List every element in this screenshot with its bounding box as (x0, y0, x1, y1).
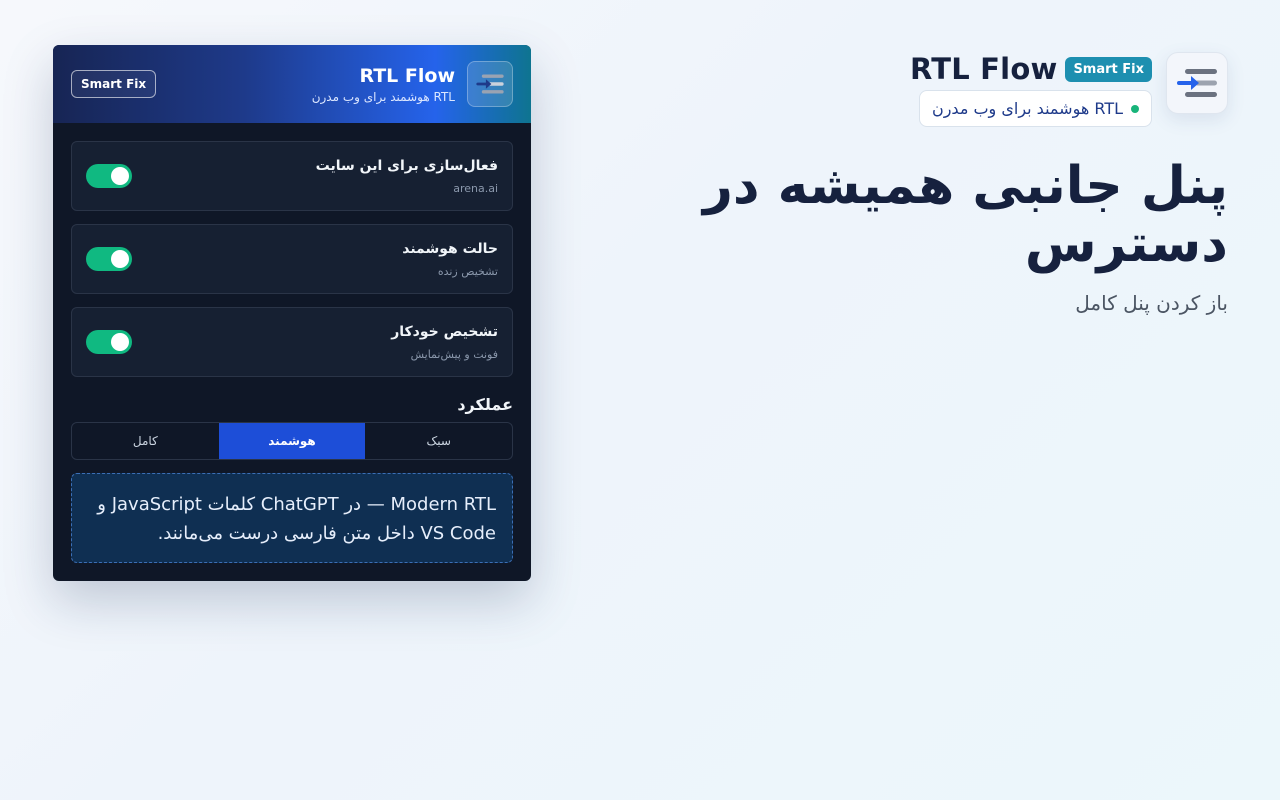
setting-desc: فونت و پیش‌نمایش (410, 347, 498, 361)
brand-row: RTL Flow Smart Fix RTL هوشمند برای وب مد… (608, 52, 1228, 127)
setting-text: حالت هوشمند تشخیص زنده (402, 241, 498, 278)
brand-title: RTL Flow (909, 52, 1058, 86)
setting-row-auto-detect: تشخیص خودکار فونت و پیش‌نمایش (71, 307, 513, 377)
panel-body: فعال‌سازی برای این سایت arena.ai حالت هو… (53, 123, 531, 563)
panel-brand: RTL Flow RTL هوشمند برای وب مدرن (312, 61, 513, 107)
rtl-flow-logo-icon (467, 61, 513, 107)
smart-fix-badge: Smart Fix (1065, 56, 1152, 82)
hero-heading: پنل جانبی همیشه در دسترس (702, 156, 1228, 274)
info-notice: Modern RTL — در ChatGPT کلمات JavaScript… (71, 473, 513, 563)
toggle-knob (111, 333, 129, 351)
setting-text: تشخیص خودکار فونت و پیش‌نمایش (391, 324, 498, 361)
setting-row-site-enable: فعال‌سازی برای این سایت arena.ai (71, 141, 513, 211)
setting-title: حالت هوشمند (402, 240, 498, 257)
auto-detect-toggle[interactable] (86, 330, 132, 354)
panel-title: RTL Flow (359, 64, 455, 87)
mode-option-light[interactable]: سبک (365, 423, 512, 459)
side-panel: RTL Flow RTL هوشمند برای وب مدرن Smart F… (53, 45, 531, 581)
brand-title-row: RTL Flow Smart Fix (910, 52, 1152, 86)
brand-subtitle: RTL هوشمند برای وب مدرن (931, 99, 1123, 118)
subtitle-pill: RTL هوشمند برای وب مدرن (918, 90, 1152, 127)
brand-text: RTL Flow Smart Fix RTL هوشمند برای وب مد… (910, 52, 1152, 127)
setting-desc: arena.ai (453, 181, 498, 195)
smart-mode-toggle[interactable] (86, 247, 132, 271)
panel-title-block: RTL Flow RTL هوشمند برای وب مدرن (312, 65, 455, 104)
panel-subtitle: RTL هوشمند برای وب مدرن (311, 89, 455, 104)
site-enable-toggle[interactable] (86, 164, 132, 188)
panel-header: RTL Flow RTL هوشمند برای وب مدرن Smart F… (53, 45, 531, 123)
open-full-panel-link[interactable]: باز کردن پنل کامل (608, 291, 1228, 315)
setting-row-smart-mode: حالت هوشمند تشخیص زنده (71, 224, 513, 294)
hero-section: RTL Flow Smart Fix RTL هوشمند برای وب مد… (608, 52, 1228, 315)
mode-selector: سبک هوشمند کامل (71, 422, 513, 460)
setting-desc: تشخیص زنده (437, 264, 498, 278)
mode-section-title: عملکرد (457, 395, 513, 414)
toggle-knob (111, 167, 129, 185)
mode-option-smart[interactable]: هوشمند (218, 423, 366, 459)
setting-text: فعال‌سازی برای این سایت arena.ai (316, 158, 498, 195)
toggle-knob (111, 250, 129, 268)
setting-title: فعال‌سازی برای این سایت (315, 157, 498, 174)
setting-title: تشخیص خودکار (391, 323, 498, 340)
rtl-flow-logo-icon (1166, 52, 1228, 114)
smart-fix-button[interactable]: Smart Fix (71, 70, 157, 98)
status-dot (1131, 104, 1139, 113)
mode-option-full[interactable]: کامل (72, 423, 219, 459)
